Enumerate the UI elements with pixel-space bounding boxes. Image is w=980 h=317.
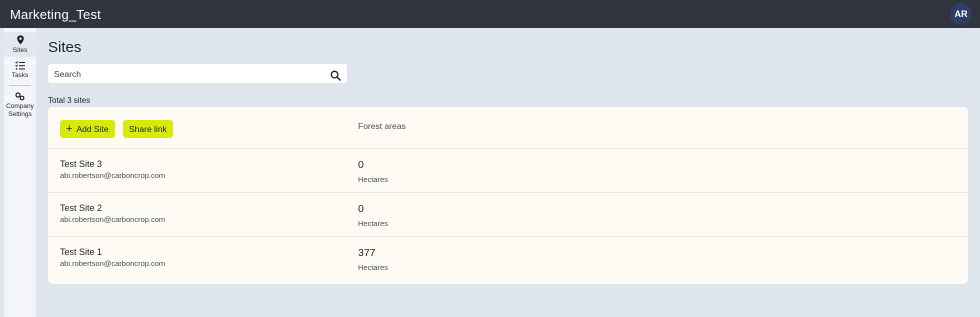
top-bar: Marketing_Test AR [0,0,980,28]
forest-area-unit: Hectares [358,263,389,272]
avatar[interactable]: AR [950,3,972,25]
sidebar-item-label: Sites [12,47,28,54]
share-link-button[interactable]: Share link [123,120,173,138]
add-site-button[interactable]: + Add Site [60,120,115,138]
forest-areas-header: Forest areas [358,121,406,131]
page-title: Sites [48,39,82,56]
site-email: abi.robertson@carboncrop.com [60,215,166,224]
search-input[interactable] [54,68,330,79]
sites-card: + Add Site Share link Forest areas Test … [48,107,968,284]
site-row[interactable]: Test Site 2 abi.robertson@carboncrop.com… [48,192,968,236]
site-name: Test Site 3 [60,159,103,169]
site-name: Test Site 1 [60,247,103,257]
forest-area-value: 0 [358,159,364,171]
sidebar-item-company-settings[interactable]: Company Settings [4,90,36,120]
task-list-icon [15,61,25,70]
search-icon[interactable] [330,68,341,81]
sidebar-item-sites[interactable]: Sites [4,32,36,57]
sidebar-item-label: Tasks [11,72,29,79]
main-content: Sites Total 3 sites + Add Site Share lin… [36,28,980,317]
gears-icon [15,92,25,101]
site-email: abi.robertson@carboncrop.com [60,171,166,180]
forest-area-unit: Hectares [358,175,389,184]
site-email: abi.robertson@carboncrop.com [60,259,166,268]
app-title: Marketing_Test [10,6,101,22]
sidebar-item-tasks[interactable]: Tasks [4,59,36,81]
card-header: + Add Site Share link Forest areas [48,107,968,148]
forest-area-unit: Hectares [358,219,389,228]
map-pin-icon [16,35,25,45]
total-count: Total 3 sites [48,96,91,105]
site-row[interactable]: Test Site 1 abi.robertson@carboncrop.com… [48,236,968,280]
forest-area-value: 0 [358,203,364,215]
site-row[interactable]: Test Site 3 abi.robertson@carboncrop.com… [48,148,968,192]
forest-area-value: 377 [358,247,376,259]
sidebar-item-label: Company Settings [6,103,34,118]
site-name: Test Site 2 [60,203,103,213]
sidebar: Sites Tasks Company Settings [4,28,36,317]
sidebar-divider [9,85,31,86]
add-site-label: Add Site [76,124,109,134]
search-box [48,64,347,83]
plus-icon: + [66,122,73,135]
